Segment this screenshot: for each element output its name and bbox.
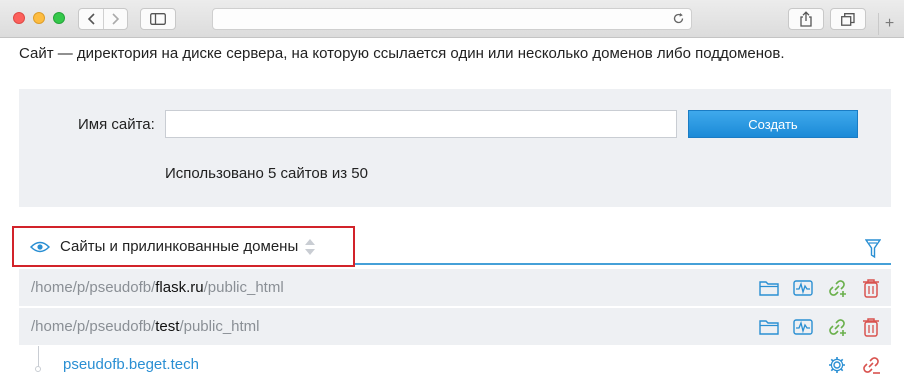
sites-usage-text: Использовано 5 сайтов из 50: [165, 165, 368, 182]
site-row: /home/p/pseudofb/flask.ru/public_html: [19, 269, 891, 306]
site-name-input[interactable]: [165, 110, 677, 138]
trash-icon[interactable]: [861, 317, 881, 337]
link-add-icon[interactable]: [827, 278, 847, 298]
back-button[interactable]: [79, 9, 103, 29]
forward-button[interactable]: [103, 9, 127, 29]
reload-icon[interactable]: [672, 12, 685, 30]
folder-icon[interactable]: [759, 278, 779, 298]
site-name: flask.ru: [155, 279, 204, 296]
sites-section-header: Сайты и прилинкованные домены: [12, 225, 891, 267]
minimize-window-button[interactable]: [33, 12, 45, 24]
domain-actions: [827, 355, 881, 375]
filter-icon[interactable]: [864, 239, 882, 264]
sites-section-title: Сайты и прилинкованные домены: [60, 238, 299, 255]
sidebar-icon: [150, 13, 166, 25]
create-site-panel: Имя сайта: Создать Использовано 5 сайтов…: [19, 89, 891, 207]
share-button[interactable]: [788, 8, 824, 30]
stats-icon[interactable]: [793, 317, 813, 337]
create-site-button[interactable]: Создать: [688, 110, 858, 138]
site-row: /home/p/pseudofb/test/public_html: [19, 308, 891, 345]
tree-connector: [38, 346, 39, 368]
tabs-icon: [841, 12, 855, 26]
folder-icon[interactable]: [759, 317, 779, 337]
history-nav: [78, 8, 128, 30]
zoom-window-button[interactable]: [53, 12, 65, 24]
tree-node-dot: [35, 366, 41, 372]
site-actions: [759, 317, 881, 337]
site-name-label: Имя сайта:: [78, 116, 155, 133]
trash-icon[interactable]: [861, 278, 881, 298]
linked-domain-row: pseudofb.beget.tech: [19, 346, 891, 383]
sites-section-tab[interactable]: Сайты и прилинкованные домены: [12, 226, 355, 267]
share-icon: [800, 11, 812, 27]
intro-text: Сайт — директория на диске сервера, на к…: [19, 45, 785, 62]
new-tab-button[interactable]: +: [878, 13, 900, 35]
gear-icon[interactable]: [827, 355, 847, 375]
sort-icon[interactable]: [304, 238, 316, 256]
plus-icon: +: [884, 15, 895, 32]
site-path: /home/p/pseudofb/test/public_html: [31, 318, 260, 335]
eye-icon: [30, 241, 50, 253]
close-window-button[interactable]: [13, 12, 25, 24]
site-path: /home/p/pseudofb/flask.ru/public_html: [31, 279, 284, 296]
sidebar-toggle-button[interactable]: [140, 8, 176, 30]
unlink-icon[interactable]: [861, 355, 881, 375]
site-actions: [759, 278, 881, 298]
stats-icon[interactable]: [793, 278, 813, 298]
show-tabs-button[interactable]: [830, 8, 866, 30]
link-add-icon[interactable]: [827, 317, 847, 337]
chevron-right-icon: [112, 13, 120, 25]
chevron-left-icon: [87, 13, 95, 25]
browser-toolbar: +: [0, 0, 904, 38]
domain-link[interactable]: pseudofb.beget.tech: [63, 356, 199, 373]
address-bar[interactable]: [212, 8, 692, 30]
site-name: test: [155, 318, 180, 335]
